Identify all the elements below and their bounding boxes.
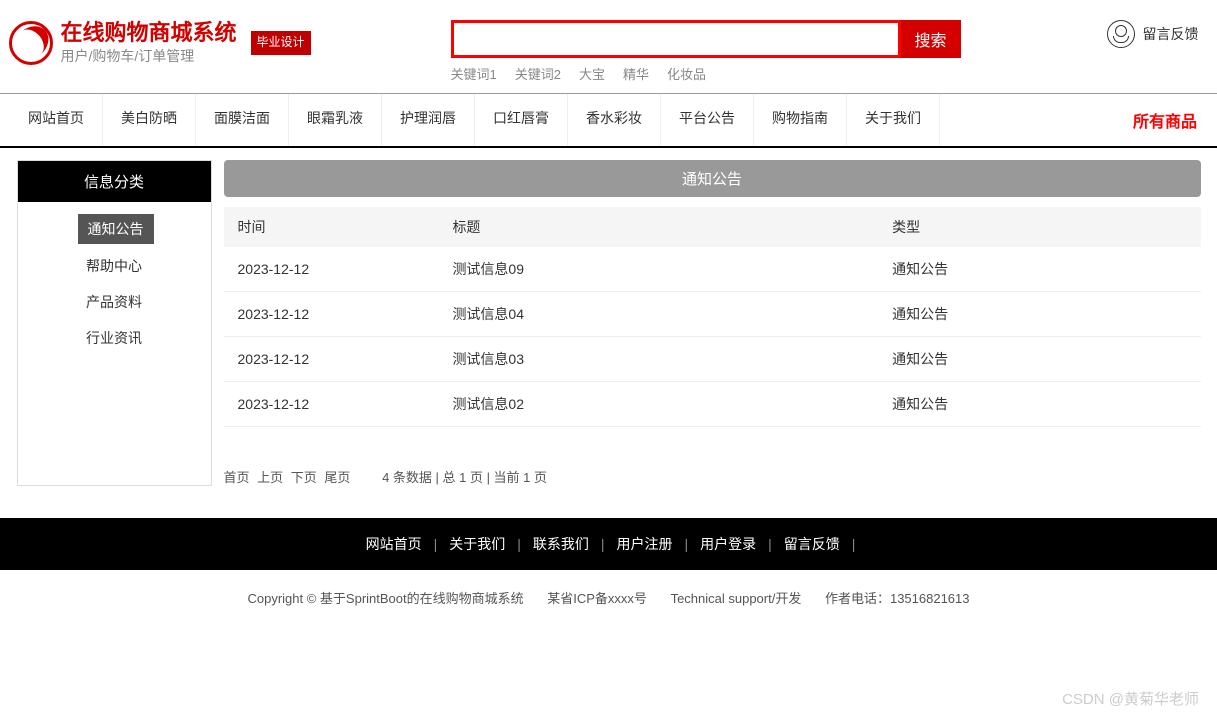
table-row[interactable]: 2023-12-12测试信息03通知公告 <box>224 337 1201 382</box>
watermark: CSDN @黄菊华老师 <box>1062 688 1199 709</box>
col-title: 标题 <box>438 207 878 247</box>
table-row[interactable]: 2023-12-12测试信息02通知公告 <box>224 382 1201 427</box>
keyword-link[interactable]: 化妆品 <box>667 67 706 82</box>
nav-item[interactable]: 眼霜乳液 <box>289 94 382 146</box>
pager-info: 4 条数据 | 总 1 页 | 当前 1 页 <box>382 470 547 485</box>
cell-time: 2023-12-12 <box>224 247 439 292</box>
pager-prev[interactable]: 上页 <box>257 470 283 485</box>
footer-link[interactable]: 用户注册 <box>617 536 673 552</box>
sidebar-category[interactable]: 产品资料 <box>18 284 211 320</box>
sidebar-title: 信息分类 <box>18 161 211 202</box>
nav-item[interactable]: 平台公告 <box>661 94 754 146</box>
separator: | <box>601 536 605 552</box>
table-row[interactable]: 2023-12-12测试信息04通知公告 <box>224 292 1201 337</box>
col-type: 类型 <box>878 207 1200 247</box>
main-nav: 网站首页美白防晒面膜洁面眼霜乳液护理润唇口红唇膏香水彩妆平台公告购物指南关于我们 <box>10 94 940 146</box>
keyword-link[interactable]: 关键词1 <box>451 67 497 82</box>
icp: 某省ICP备xxxx号 <box>547 591 647 606</box>
nav-item[interactable]: 关于我们 <box>847 94 940 146</box>
footer-link[interactable]: 留言反馈 <box>784 536 840 552</box>
sidebar-category[interactable]: 行业资讯 <box>18 320 211 356</box>
footer-link[interactable]: 联系我们 <box>533 536 589 552</box>
brand-block[interactable]: 在线购物商城系统 用户/购物车/订单管理 毕业设计 <box>9 20 311 66</box>
separator: | <box>852 536 856 552</box>
pagination: 首页 上页 下页 尾页 4 条数据 | 总 1 页 | 当前 1 页 <box>224 467 1201 486</box>
logo-icon <box>9 21 53 65</box>
sidebar-category[interactable]: 通知公告 <box>78 214 154 244</box>
cell-type: 通知公告 <box>878 247 1200 292</box>
cell-title: 测试信息02 <box>438 382 878 427</box>
cell-type: 通知公告 <box>878 292 1200 337</box>
brand-subtitle: 用户/购物车/订单管理 <box>61 46 237 66</box>
search-input[interactable] <box>451 20 901 58</box>
content-title: 通知公告 <box>224 160 1201 197</box>
sidebar-category[interactable]: 帮助中心 <box>18 248 211 284</box>
separator: | <box>517 536 521 552</box>
keyword-link[interactable]: 关键词2 <box>515 67 561 82</box>
col-time: 时间 <box>224 207 439 247</box>
footer-link[interactable]: 用户登录 <box>700 536 756 552</box>
pager-first[interactable]: 首页 <box>224 470 250 485</box>
nav-item[interactable]: 香水彩妆 <box>568 94 661 146</box>
separator: | <box>685 536 689 552</box>
nav-item[interactable]: 购物指南 <box>754 94 847 146</box>
nav-item[interactable]: 网站首页 <box>10 94 103 146</box>
author-phone: 作者电话：13516821613 <box>825 591 970 606</box>
cell-type: 通知公告 <box>878 382 1200 427</box>
footer-nav: 网站首页 | 关于我们 | 联系我们 | 用户注册 | 用户登录 | 留言反馈 | <box>0 518 1217 570</box>
brand-title: 在线购物商城系统 <box>61 20 237 46</box>
tech-support: Technical support/开发 <box>671 591 802 606</box>
sidebar: 信息分类 通知公告帮助中心产品资料行业资讯 <box>17 160 212 486</box>
footer-link[interactable]: 网站首页 <box>366 536 422 552</box>
nav-item[interactable]: 口红唇膏 <box>475 94 568 146</box>
keyword-link[interactable]: 大宝 <box>579 67 605 82</box>
cell-time: 2023-12-12 <box>224 292 439 337</box>
cell-title: 测试信息09 <box>438 247 878 292</box>
cell-type: 通知公告 <box>878 337 1200 382</box>
all-products-link[interactable]: 所有商品 <box>1113 94 1217 146</box>
footer-info: Copyright © 基于SprintBoot的在线购物商城系统 某省ICP备… <box>0 570 1217 647</box>
cell-title: 测试信息04 <box>438 292 878 337</box>
copyright: Copyright © 基于SprintBoot的在线购物商城系统 <box>247 591 523 606</box>
headset-icon <box>1107 20 1135 48</box>
keyword-list: 关键词1 关键词2 大宝 精华 化妆品 <box>451 64 1107 83</box>
cell-title: 测试信息03 <box>438 337 878 382</box>
pager-last[interactable]: 尾页 <box>324 470 350 485</box>
graduation-badge: 毕业设计 <box>251 31 311 55</box>
table-row[interactable]: 2023-12-12测试信息09通知公告 <box>224 247 1201 292</box>
cell-time: 2023-12-12 <box>224 382 439 427</box>
nav-item[interactable]: 面膜洁面 <box>196 94 289 146</box>
search-button[interactable]: 搜索 <box>901 20 961 58</box>
keyword-link[interactable]: 精华 <box>623 67 649 82</box>
notice-table: 时间 标题 类型 2023-12-12测试信息09通知公告2023-12-12测… <box>224 207 1201 427</box>
nav-item[interactable]: 美白防晒 <box>103 94 196 146</box>
feedback-link[interactable]: 留言反馈 <box>1107 20 1209 48</box>
separator: | <box>434 536 438 552</box>
nav-item[interactable]: 护理润唇 <box>382 94 475 146</box>
feedback-label: 留言反馈 <box>1143 24 1199 44</box>
separator: | <box>768 536 772 552</box>
cell-time: 2023-12-12 <box>224 337 439 382</box>
pager-next[interactable]: 下页 <box>291 470 317 485</box>
footer-link[interactable]: 关于我们 <box>449 536 505 552</box>
